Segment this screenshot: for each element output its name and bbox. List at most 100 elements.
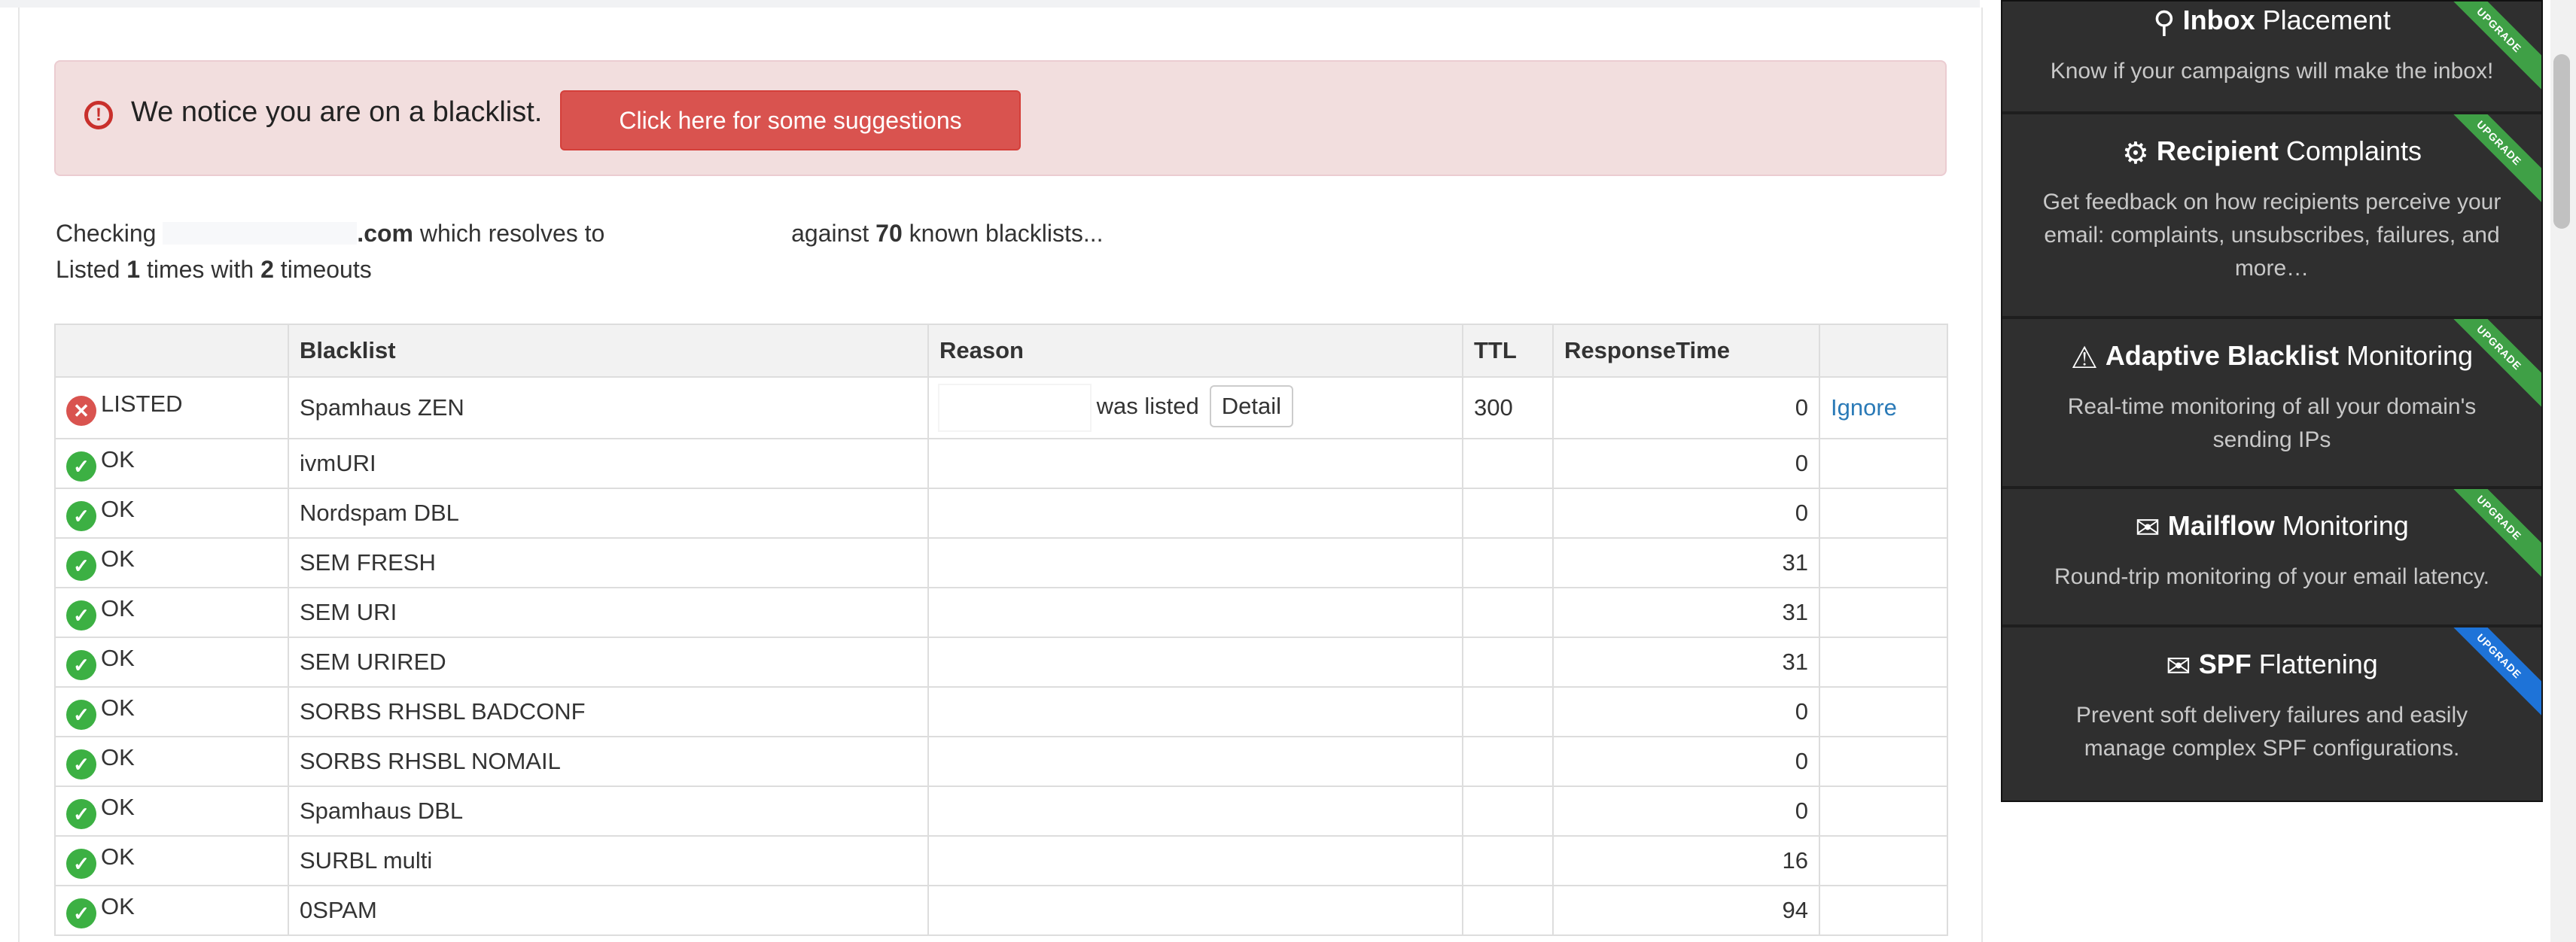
table-row: ✓ OK SEM FRESH 31 [54, 537, 1948, 588]
mailbox-icon: ✉ [2135, 512, 2160, 545]
card-title-bold: SPF [2198, 649, 2252, 679]
reason-cell [927, 686, 1463, 737]
response-time-cell: 0 [1552, 438, 1820, 489]
scrollbar-thumb[interactable] [2553, 54, 2570, 229]
blacklist-cell: SEM URIRED [288, 637, 929, 688]
detail-button[interactable]: Detail [1209, 385, 1293, 428]
exclamation-circle-icon: ! [84, 101, 113, 129]
check-icon: ✓ [66, 500, 96, 531]
ttl-cell: 300 [1462, 376, 1554, 439]
status-cell: ✓ OK [54, 835, 289, 886]
check-summary: Checking .com which resolves to against … [56, 215, 1104, 287]
status-cell: ✓ OK [54, 488, 289, 539]
magnifier-icon: ⚲ [2153, 6, 2176, 39]
table-row: ✕ LISTED Spamhaus ZEN was listed Detail 30… [54, 376, 1948, 439]
response-time-cell: 31 [1552, 537, 1820, 588]
table-row: ✓ OK ivmURI 0 [54, 438, 1948, 489]
status-cell: ✓ OK [54, 786, 289, 837]
table-row: ✓ OK SORBS RHSBL NOMAIL 0 [54, 736, 1948, 787]
status-text: OK [101, 644, 135, 671]
check-icon: ✓ [66, 451, 96, 482]
summary-line-1: Checking .com which resolves to against … [56, 215, 1104, 251]
redacted-reason [939, 385, 1090, 430]
status-cell: ✓ OK [54, 438, 289, 489]
action-cell [1819, 587, 1948, 638]
ignore-link[interactable]: Ignore [1831, 394, 1897, 421]
status-text: OK [101, 892, 135, 919]
reason-header: Reason [927, 324, 1463, 378]
status-text: OK [101, 594, 135, 621]
status-cell: ✓ OK [54, 637, 289, 688]
ttl-cell [1462, 686, 1554, 737]
status-cell: ✓ OK [54, 885, 289, 936]
status-header [54, 324, 289, 378]
card-adaptive-blacklist[interactable]: UPGRADE ⚠ Adaptive Blacklist Monitoring R… [2002, 319, 2541, 489]
blacklist-cell: Nordspam DBL [288, 488, 929, 539]
blacklist-cell: SURBL multi [288, 835, 929, 886]
status-text: OK [101, 545, 135, 572]
reason-cell [927, 885, 1463, 936]
reason-cell [927, 736, 1463, 787]
action-cell [1819, 537, 1948, 588]
timeout-count: 2 [260, 256, 274, 283]
status-text: OK [101, 694, 135, 721]
status-text: OK [101, 793, 135, 820]
alert-message: We notice you are on a blacklist. [131, 96, 543, 128]
card-title: ⚠ Adaptive Blacklist Monitoring [2002, 340, 2541, 375]
redacted-domain [163, 222, 358, 245]
status-cell: ✓ OK [54, 537, 289, 588]
ttl-cell [1462, 537, 1554, 588]
reason-cell [927, 488, 1463, 539]
table-row: ✓ OK SEM URI 31 [54, 587, 1948, 638]
table-row: ✓ OK SEM URIRED 31 [54, 637, 1948, 688]
error-icon: ✕ [66, 395, 96, 426]
action-cell: Ignore [1819, 376, 1948, 439]
status-cell: ✓ OK [54, 587, 289, 638]
blacklist-cell: SEM URI [288, 587, 929, 638]
card-description: Real-time monitoring of all your domain'… [2067, 394, 2477, 452]
against-label: against [791, 220, 869, 247]
checking-label: Checking [56, 220, 157, 247]
card-description: Get feedback on how recipients perceive … [2042, 190, 2501, 281]
card-description: Prevent soft delivery failures and easil… [2075, 703, 2468, 761]
ttl-cell [1462, 587, 1554, 638]
status-cell: ✓ OK [54, 686, 289, 737]
gears-icon: ⚙ [2122, 137, 2149, 170]
card-title-bold: Recipient [2156, 135, 2279, 166]
check-icon: ✓ [66, 550, 96, 581]
status-text: LISTED [101, 390, 183, 417]
card-title: ✉ Mailflow Monitoring [2002, 510, 2541, 545]
blacklist-cell: ivmURI [288, 438, 929, 489]
action-cell [1819, 488, 1948, 539]
card-inbox-placement[interactable]: UPGRADE ⚲ Inbox Placement Know if your ca… [2002, 2, 2541, 114]
status-cell: ✓ OK [54, 736, 289, 787]
listed-count: 1 [126, 256, 141, 283]
card-title-bold: Adaptive Blacklist [2105, 340, 2339, 371]
reason-cell [927, 587, 1463, 638]
card-title: ✉ SPF Flattening [2002, 649, 2541, 684]
blacklist-cell: Spamhaus ZEN [288, 376, 929, 439]
card-title-bold: Inbox [2182, 5, 2255, 35]
listed-label: Listed [56, 256, 120, 283]
blacklist-cell: SORBS RHSBL NOMAIL [288, 736, 929, 787]
card-recipient-complaints[interactable]: UPGRADE ⚙ Recipient Complaints Get feedba… [2002, 114, 2541, 319]
card-title-rest: Placement [2262, 5, 2391, 35]
action-cell [1819, 736, 1948, 787]
action-cell [1819, 637, 1948, 688]
response-time-cell: 0 [1552, 686, 1820, 737]
card-spf-flattening[interactable]: UPGRADE ✉ SPF Flattening Prevent soft del… [2002, 627, 2541, 801]
card-mailflow-monitoring[interactable]: UPGRADE ✉ Mailflow Monitoring Round-trip … [2002, 489, 2541, 627]
response-time-cell: 0 [1552, 786, 1820, 837]
suggestions-button[interactable]: Click here for some suggestions [560, 90, 1021, 150]
ttl-cell [1462, 736, 1554, 787]
card-title-rest: Flattening [2258, 649, 2378, 679]
response-time-cell: 16 [1552, 835, 1820, 886]
timeouts-label: timeouts [280, 256, 372, 283]
table-header-row: Blacklist Reason TTL ResponseTime [54, 324, 1948, 378]
check-icon: ✓ [66, 649, 96, 680]
ttl-cell [1462, 488, 1554, 539]
blacklist-cell: 0SPAM [288, 885, 929, 936]
known-blacklists-label: known blacklists... [909, 220, 1104, 247]
status-text: OK [101, 843, 135, 870]
summary-line-2: Listed 1 times with 2 timeouts [56, 251, 1104, 287]
